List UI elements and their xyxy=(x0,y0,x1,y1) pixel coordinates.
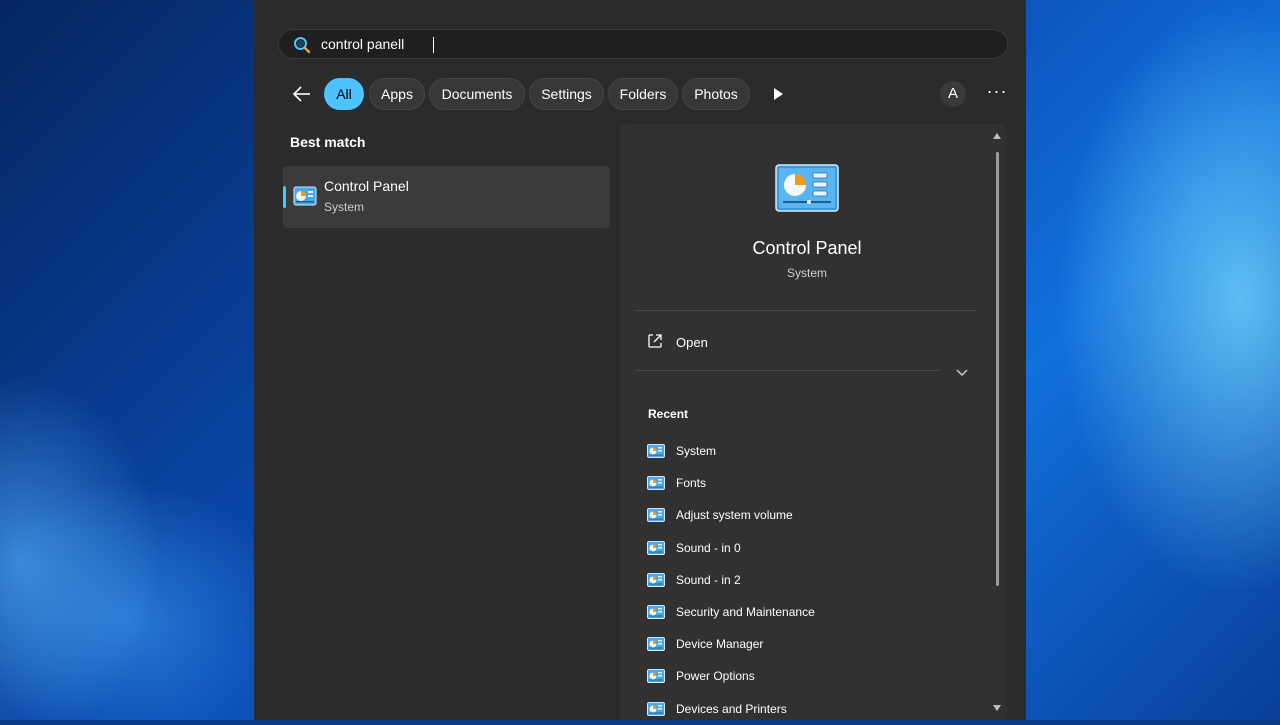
recent-item-power-options[interactable]: Power Options xyxy=(635,660,985,692)
open-external-icon xyxy=(647,333,663,349)
divider xyxy=(635,370,940,371)
control-panel-icon xyxy=(647,573,665,587)
filter-all[interactable]: All xyxy=(324,78,364,110)
selection-indicator xyxy=(283,186,286,208)
recent-item-adjust-system-volume[interactable]: Adjust system volume xyxy=(635,499,985,531)
recent-item-label: Device Manager xyxy=(676,637,763,651)
control-panel-icon xyxy=(647,702,665,716)
recent-item-label: Sound - in 0 xyxy=(676,541,741,555)
recent-item-sound-in-2[interactable]: Sound - in 2 xyxy=(635,564,985,596)
search-icon xyxy=(293,36,311,54)
scroll-down-arrow[interactable] xyxy=(993,705,1001,711)
recent-item-label: Devices and Printers xyxy=(676,702,787,716)
recent-item-security-and-maintenance[interactable]: Security and Maintenance xyxy=(635,596,985,628)
recent-item-fonts[interactable]: Fonts xyxy=(635,467,985,499)
filter-photos[interactable]: Photos xyxy=(682,78,750,110)
start-search-window: All Apps Documents Settings Folders Phot… xyxy=(254,0,1026,720)
filter-documents[interactable]: Documents xyxy=(429,78,525,110)
filter-apps[interactable]: Apps xyxy=(369,78,425,110)
best-match-title: Control Panel xyxy=(324,178,409,194)
play-icon[interactable] xyxy=(770,86,786,102)
more-options-button[interactable]: ··· xyxy=(984,81,1010,107)
control-panel-icon xyxy=(647,605,665,619)
detail-subtitle: System xyxy=(620,266,994,280)
control-panel-icon xyxy=(647,476,665,490)
recent-item-label: System xyxy=(676,444,716,458)
filter-bar: All Apps Documents Settings Folders Phot… xyxy=(290,78,1010,110)
best-match-control-panel[interactable]: Control Panel System xyxy=(283,166,610,228)
recent-item-label: Fonts xyxy=(676,476,706,490)
divider xyxy=(635,310,977,311)
detail-title: Control Panel xyxy=(620,238,994,259)
control-panel-icon xyxy=(775,164,839,212)
recent-list: System Fonts Adjust system volume Sound … xyxy=(635,435,985,725)
filter-settings[interactable]: Settings xyxy=(529,78,604,110)
recent-item-device-manager[interactable]: Device Manager xyxy=(635,628,985,660)
search-bar[interactable] xyxy=(278,29,1008,59)
account-avatar[interactable]: A xyxy=(940,81,966,107)
control-panel-icon xyxy=(647,508,665,522)
detail-panel: Control Panel System Open Recent System … xyxy=(620,124,1007,720)
recent-item-label: Security and Maintenance xyxy=(676,605,815,619)
control-panel-icon xyxy=(647,669,665,683)
control-panel-icon xyxy=(647,541,665,555)
recent-heading: Recent xyxy=(648,407,688,421)
open-action[interactable]: Open xyxy=(635,326,965,358)
text-caret xyxy=(433,37,434,53)
recent-item-label: Adjust system volume xyxy=(676,508,793,522)
best-match-heading: Best match xyxy=(290,134,365,150)
control-panel-icon xyxy=(293,186,317,206)
open-label: Open xyxy=(676,335,708,350)
scroll-up-arrow[interactable] xyxy=(993,133,1001,139)
recent-item-label: Power Options xyxy=(676,669,755,683)
control-panel-icon xyxy=(647,444,665,458)
arrow-left-icon[interactable] xyxy=(290,82,314,106)
chevron-down-icon[interactable] xyxy=(954,364,970,380)
recent-item-label: Sound - in 2 xyxy=(676,573,741,587)
scrollbar-thumb[interactable] xyxy=(996,152,999,586)
control-panel-icon xyxy=(647,637,665,651)
search-input[interactable] xyxy=(321,30,981,58)
recent-item-sound-in-0[interactable]: Sound - in 0 xyxy=(635,532,985,564)
best-match-subtitle: System xyxy=(324,200,364,214)
filter-folders[interactable]: Folders xyxy=(608,78,678,110)
recent-item-system[interactable]: System xyxy=(635,435,985,467)
